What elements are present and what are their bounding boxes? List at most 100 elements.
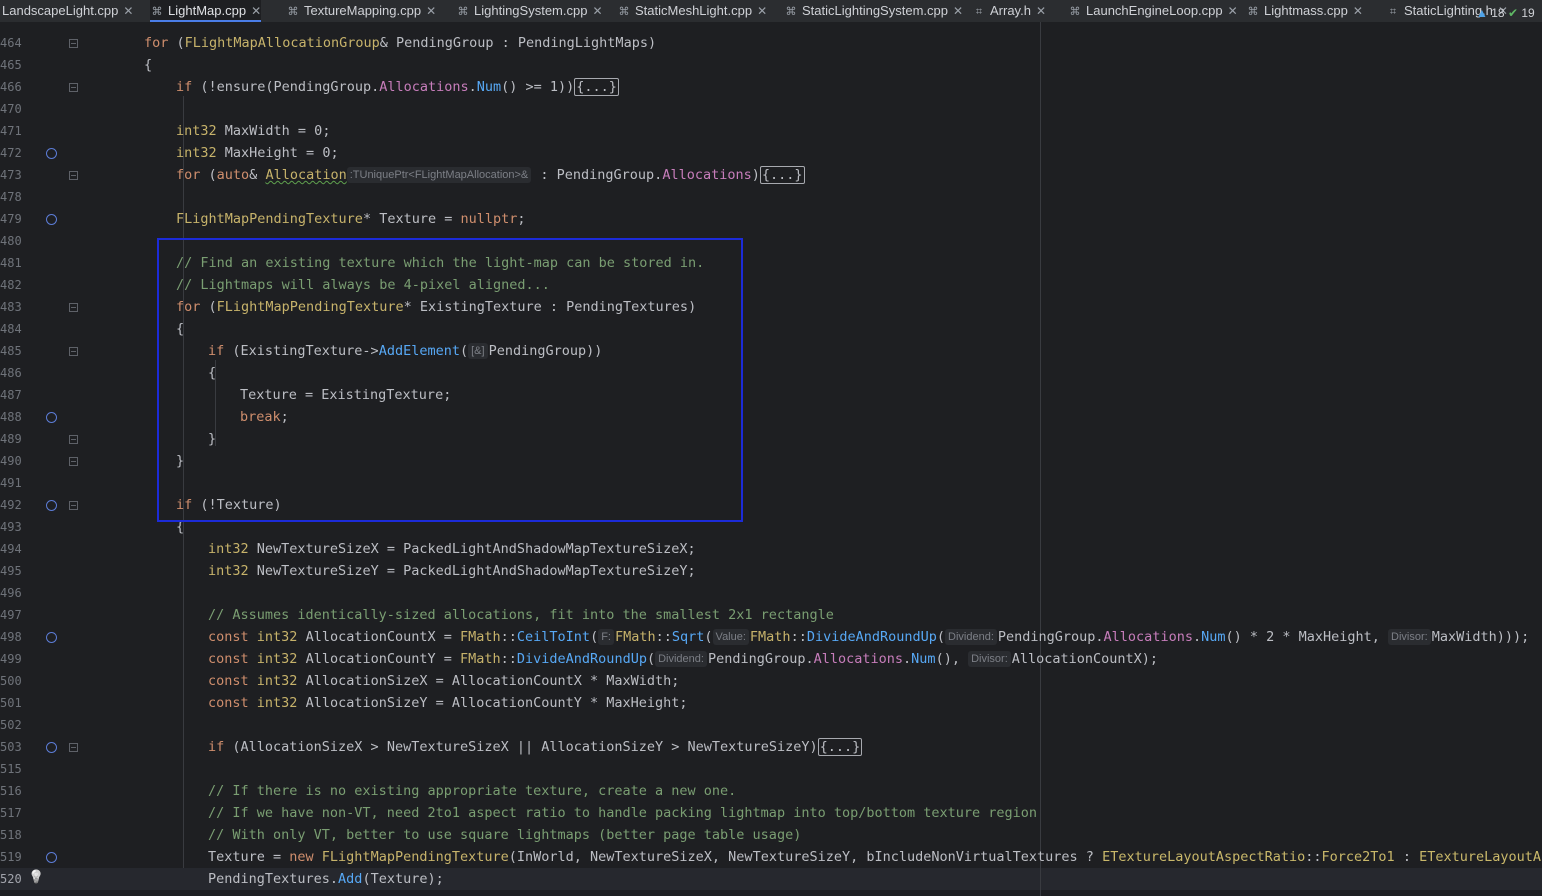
implementation-marker-icon[interactable]	[46, 852, 57, 863]
code-line[interactable]: if (!Texture)	[176, 494, 282, 516]
tab-landscapelight-cpp[interactable]: LandscapeLight.cpp ✕	[2, 0, 133, 22]
code-token: int32	[256, 673, 306, 689]
folded-region[interactable]: {...}	[574, 78, 619, 96]
fold-toggle-icon[interactable]	[69, 39, 78, 48]
code-editor[interactable]: 464 465 466 470 471 472 473 478 479 480 481 482 483 4…	[0, 22, 1542, 896]
folded-region[interactable]: {...}	[759, 166, 805, 184]
code-token: () * 2 * MaxHeight,	[1225, 629, 1389, 645]
fold-toggle-icon[interactable]	[69, 501, 78, 510]
fold-toggle-icon[interactable]	[69, 83, 78, 92]
code-line[interactable]: if (AllocationSizeX > NewTextureSizeX ||…	[208, 736, 863, 758]
check-icon: ✔	[1507, 6, 1518, 20]
fold-toggle-icon[interactable]	[69, 171, 78, 180]
tab-label: LaunchEngineLoop.cpp	[1086, 3, 1223, 18]
code-token: int32	[256, 629, 306, 645]
code-token: (	[590, 629, 599, 645]
close-icon[interactable]: ✕	[1353, 4, 1363, 18]
close-icon[interactable]: ✕	[592, 4, 602, 18]
tab-staticlightingsystem-cpp[interactable]: ⌘ StaticLightingSystem.cpp ✕	[784, 0, 964, 22]
implementation-marker-icon[interactable]	[46, 412, 57, 423]
code-token: ETextureLayoutAspe	[1419, 849, 1542, 865]
code-token: NewTextureSizeY = PackedLightAndShadowMa…	[256, 563, 696, 579]
editor-gutter[interactable]: 464 465 466 470 471 472 473 478 479 480 481 482 483 4…	[0, 22, 110, 896]
code-token: Allocations	[379, 79, 469, 95]
code-line[interactable]: // Assumes identically-sized allocations…	[208, 604, 834, 626]
close-icon[interactable]: ✕	[953, 4, 963, 18]
code-line[interactable]: }	[176, 450, 184, 472]
folded-region[interactable]: {...}	[817, 738, 863, 756]
close-icon[interactable]: ✕	[426, 4, 436, 18]
code-line[interactable]: Texture = new FLightMapPendingTexture(In…	[208, 846, 1542, 868]
code-line[interactable]: {	[176, 516, 184, 538]
code-line[interactable]: const int32 AllocationCountY = FMath::Di…	[208, 648, 1158, 670]
code-line[interactable]: break;	[240, 406, 289, 428]
code-token: const	[208, 673, 257, 689]
fold-toggle-icon[interactable]	[69, 457, 78, 466]
inlay-hint: Divisor:	[1388, 629, 1431, 645]
lightbulb-icon[interactable]: 💡	[28, 870, 44, 885]
tab-launchengineloop-cpp[interactable]: ⌘ LaunchEngineLoop.cpp ✕	[1068, 0, 1238, 22]
code-line[interactable]: // With only VT, better to use square li…	[208, 824, 801, 846]
implementation-marker-icon[interactable]	[46, 148, 57, 159]
close-icon[interactable]: ✕	[757, 4, 767, 18]
code-line[interactable]: int32 NewTextureSizeX = PackedLightAndSh…	[208, 538, 696, 560]
line-number: 489	[0, 432, 22, 446]
code-token: (AllocationSizeX > NewTextureSizeX || Al…	[232, 739, 818, 755]
code-line[interactable]: for (FLightMapPendingTexture* ExistingTe…	[176, 296, 696, 318]
tab-lightmap-cpp[interactable]: ⌘ LightMap.cpp ✕	[150, 0, 262, 22]
code-token: ::	[1305, 849, 1322, 865]
code-line[interactable]: if (ExistingTexture->AddElement([&] Pendi…	[208, 340, 602, 362]
code-line[interactable]: // If we have non-VT, need 2to1 aspect r…	[208, 802, 1037, 824]
cpp-file-icon: ⌘	[618, 6, 630, 18]
code-line[interactable]: {	[144, 54, 152, 76]
close-icon[interactable]: ✕	[1036, 4, 1046, 18]
inspection-widget[interactable]: ▲ 18 ✔ 19	[1476, 6, 1535, 20]
code-line[interactable]: int32 MaxWidth = 0;	[176, 120, 330, 142]
code-line[interactable]: PendingTextures.Add(Texture);	[208, 868, 444, 890]
fold-toggle-icon[interactable]	[69, 743, 78, 752]
tab-array-h[interactable]: ⌗ Array.h ✕	[972, 0, 1046, 22]
implementation-marker-icon[interactable]	[46, 742, 57, 753]
code-line[interactable]: for (FLightMapAllocationGroup& PendingGr…	[144, 32, 656, 54]
code-token: AddElement	[378, 343, 460, 359]
code-line[interactable]: // If there is no existing appropriate t…	[208, 780, 736, 802]
code-token: // Find an existing texture which the li…	[176, 255, 705, 271]
code-line[interactable]: const int32 AllocationCountX = FMath::Ce…	[208, 626, 1529, 648]
code-line[interactable]: // Find an existing texture which the li…	[176, 252, 704, 274]
code-line[interactable]: int32 NewTextureSizeY = PackedLightAndSh…	[208, 560, 696, 582]
code-line[interactable]: Texture = ExistingTexture;	[240, 384, 451, 406]
code-token: int32	[208, 563, 257, 579]
code-line[interactable]: }	[208, 428, 216, 450]
close-icon[interactable]: ✕	[251, 4, 261, 18]
code-token: PendingGroup))	[488, 343, 603, 359]
close-icon[interactable]: ✕	[123, 4, 133, 18]
fold-toggle-icon[interactable]	[69, 347, 78, 356]
implementation-marker-icon[interactable]	[46, 632, 57, 643]
code-line[interactable]: int32 MaxHeight = 0;	[176, 142, 339, 164]
code-line[interactable]: const int32 AllocationSizeY = Allocation…	[208, 692, 688, 714]
fold-toggle-icon[interactable]	[69, 435, 78, 444]
code-line[interactable]: if (!ensure(PendingGroup.Allocations.Num…	[176, 76, 619, 98]
code-token: break	[240, 409, 281, 425]
tab-staticmeshlight-cpp[interactable]: ⌘ StaticMeshLight.cpp ✕	[617, 0, 768, 22]
code-line[interactable]: const int32 AllocationSizeX = Allocation…	[208, 670, 679, 692]
code-line[interactable]: {	[176, 318, 184, 340]
implementation-marker-icon[interactable]	[46, 500, 57, 511]
tab-lightmass-cpp[interactable]: ⌘ Lightmass.cpp ✕	[1246, 0, 1363, 22]
tab-texturemapping-cpp[interactable]: ⌘ TextureMapping.cpp ✕	[286, 0, 437, 22]
line-number: 465	[0, 58, 22, 72]
code-token: Force2To1	[1321, 849, 1395, 865]
code-line[interactable]: {	[208, 362, 216, 384]
code-line[interactable]: // Lightmaps will always be 4-pixel alig…	[176, 274, 550, 296]
line-number: 495	[0, 564, 22, 578]
line-number: 520	[0, 872, 22, 886]
code-token: DivideAndRoundUp	[806, 629, 937, 645]
line-number: 486	[0, 366, 22, 380]
implementation-marker-icon[interactable]	[46, 214, 57, 225]
fold-toggle-icon[interactable]	[69, 303, 78, 312]
editor-tab-bar: LandscapeLight.cpp ✕ ⌘ LightMap.cpp ✕ ⌘ Textur…	[0, 0, 1542, 23]
close-icon[interactable]: ✕	[1228, 4, 1238, 18]
code-line[interactable]: for (auto& Allocation:TUniquePtr<FLightM…	[176, 164, 805, 186]
code-line[interactable]: FLightMapPendingTexture* Texture = nullp…	[176, 208, 526, 230]
tab-lightingsystem-cpp[interactable]: ⌘ LightingSystem.cpp ✕	[456, 0, 603, 22]
